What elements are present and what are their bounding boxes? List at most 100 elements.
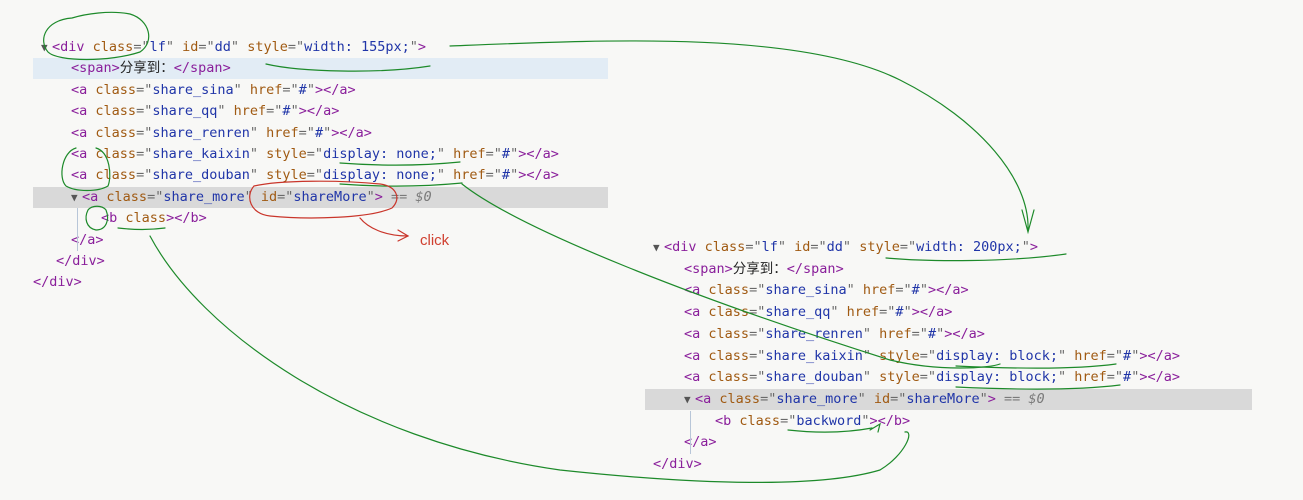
attr-name: class — [704, 239, 746, 255]
attr-value: # — [1123, 347, 1132, 364]
attr-value: # — [282, 103, 291, 120]
attr-name: href — [862, 282, 896, 299]
tag-name: span — [79, 60, 112, 77]
attr-value: dd — [826, 239, 843, 255]
before-node-row[interactable]: <a class="share_sina" href="#"></a> — [33, 80, 608, 101]
attr-value: share_sina — [152, 81, 234, 98]
indent-guide — [77, 208, 78, 251]
after-node-row[interactable]: <span>分享到：</span> — [645, 259, 1252, 280]
after-node-row[interactable]: <a class="share_qq" href="#"></a> — [645, 302, 1252, 323]
attr-name: id — [794, 239, 811, 255]
expand-triangle-icon[interactable]: ▼ — [653, 237, 664, 258]
indent-guide — [690, 410, 692, 454]
attr-value: share_renren — [765, 325, 863, 342]
text-node: 分享到： — [732, 260, 787, 277]
attr-value: display: block; — [936, 369, 1058, 386]
attr-value: share_douban — [765, 369, 863, 386]
attr-name: style — [879, 369, 920, 386]
attr-name: class — [95, 167, 137, 184]
attr-name: href — [879, 325, 912, 342]
before-node-row[interactable]: <a class="share_qq" href="#"></a> — [33, 101, 608, 122]
closing-tag: </div> — [56, 253, 105, 269]
attr-value: display: none; — [323, 167, 437, 184]
before-node-row[interactable]: </a> — [33, 230, 608, 251]
attr-value: # — [501, 167, 511, 184]
attr-value: # — [501, 146, 511, 162]
attr-name: class — [125, 210, 167, 227]
after-node-row[interactable]: </div> — [645, 454, 1252, 475]
attr-name: class — [708, 369, 750, 386]
tag-name: a — [90, 188, 99, 205]
tag-name: a — [692, 347, 701, 364]
before-node-row[interactable]: ▼ <a class="share_more" id="shareMore"> =… — [33, 186, 608, 208]
attr-name: class — [95, 124, 137, 141]
tag-name: a — [692, 325, 701, 342]
attr-name: class — [719, 390, 761, 407]
before-node-row[interactable]: <a class="share_douban" style="display: … — [33, 165, 608, 186]
tag-name: a — [79, 167, 88, 184]
after-node-row[interactable]: </a> — [645, 432, 1252, 453]
attr-name: style — [266, 167, 307, 184]
attr-value: dd — [214, 39, 231, 55]
tag-name: a — [692, 369, 701, 386]
before-node-row[interactable]: <a class="share_renren" href="#"></a> — [33, 123, 608, 144]
after-node-row[interactable]: <a class="share_renren" href="#"></a> — [645, 324, 1252, 345]
attr-value: # — [314, 124, 324, 141]
attr-value: share_sina — [765, 282, 847, 299]
before-node-row[interactable]: </div> — [33, 272, 608, 293]
closing-tag: </div> — [653, 456, 702, 472]
attr-name: class — [106, 188, 148, 205]
attr-value: # — [927, 325, 937, 342]
attr-name: class — [708, 347, 750, 364]
tag-name: div — [60, 39, 85, 55]
attr-name: href — [453, 167, 486, 184]
expand-triangle-icon[interactable]: ▼ — [684, 389, 695, 410]
attr-name: id — [260, 188, 278, 205]
attr-value: width: 200px; — [916, 239, 1022, 255]
attr-name: id — [873, 390, 891, 407]
attr-value: # — [911, 282, 920, 299]
after-node-row[interactable]: ▼ <a class="share_more" id="shareMore"> =… — [645, 388, 1252, 410]
attr-name: class — [95, 103, 137, 120]
attr-name: style — [879, 347, 920, 364]
before-node-row[interactable]: <b class></b> — [33, 208, 608, 229]
before-node-row[interactable]: <span>分享到：</span> — [33, 58, 608, 80]
attr-name: href — [1074, 347, 1107, 364]
attr-value: share_renren — [152, 124, 250, 141]
tag-name: a — [79, 103, 88, 120]
arrowhead-width — [1021, 209, 1035, 235]
expand-triangle-icon[interactable]: ▼ — [41, 37, 52, 58]
click-annotation-label: click — [420, 232, 450, 249]
after-node-row[interactable]: ▼ <div class="lf" id="dd" style="width: 2… — [645, 237, 1252, 258]
attr-name: href — [249, 81, 283, 98]
tag-name: a — [703, 390, 712, 407]
after-node-row[interactable]: <b class="backword"></b> — [645, 411, 1252, 432]
attr-name: class — [739, 412, 781, 429]
expand-triangle-icon[interactable]: ▼ — [71, 187, 82, 208]
tag-name: a — [692, 304, 701, 321]
attr-name: style — [859, 239, 900, 255]
attr-value: backword — [796, 412, 862, 429]
tag-name: span — [692, 260, 725, 277]
attr-name: href — [266, 124, 299, 141]
selected-node-marker: == $0 — [995, 390, 1045, 407]
after-node-row[interactable]: <a class="share_sina" href="#"></a> — [645, 280, 1252, 301]
attr-value: share_kaixin — [152, 146, 250, 162]
selected-node-marker: == $0 — [382, 188, 432, 205]
after-node-row[interactable]: <a class="share_douban" style="display: … — [645, 367, 1252, 388]
attr-value: share_kaixin — [765, 347, 863, 364]
before-node-row[interactable]: <a class="share_kaixin" style="display: … — [33, 144, 608, 165]
attr-value: share_qq — [152, 103, 218, 120]
closing-tag: </a> — [71, 231, 104, 248]
after-node-row[interactable]: <a class="share_kaixin" style="display: … — [645, 346, 1252, 367]
attr-value: share_more — [776, 390, 858, 407]
attr-name: style — [247, 39, 288, 55]
attr-value: share_douban — [152, 167, 250, 184]
text-node: 分享到： — [119, 60, 174, 77]
attr-value: display: block; — [936, 347, 1058, 364]
attr-name: class — [708, 325, 750, 342]
before-node-row[interactable]: </div> — [33, 251, 608, 272]
attr-value: share_more — [163, 188, 245, 205]
tag-name: b — [109, 210, 118, 227]
before-node-row[interactable]: ▼ <div class="lf" id="dd" style="width: 1… — [33, 37, 608, 58]
